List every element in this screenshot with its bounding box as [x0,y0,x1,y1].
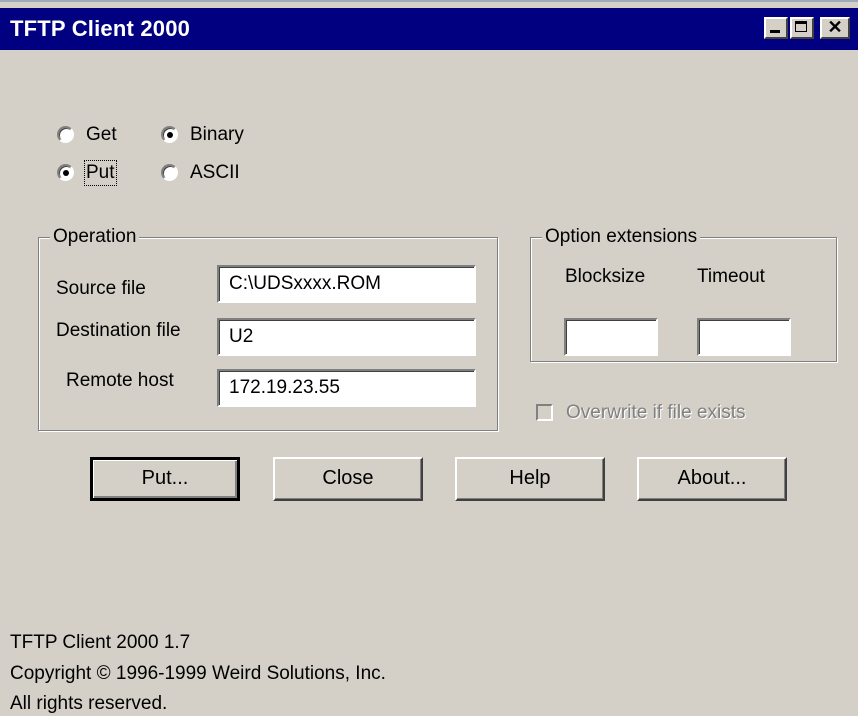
ascii-radio-label[interactable]: ASCII [190,162,240,184]
operation-legend: Operation [50,226,140,248]
title-bar[interactable]: TFTP Client 2000 ✕ [0,8,858,50]
option-extensions-legend: Option extensions [542,226,701,248]
source-file-input[interactable]: C:\UDSxxxx.ROM [217,265,476,303]
binary-radio-selected-dot [167,132,173,138]
version-text: TFTP Client 2000 1.7 [10,632,191,653]
binary-radio-label[interactable]: Binary [190,124,244,146]
binary-radio[interactable] [161,126,178,143]
destination-file-label: Destination file [56,320,181,341]
maximize-button[interactable] [790,17,814,39]
minimize-button[interactable] [764,17,788,39]
close-button[interactable]: Close [273,457,423,501]
rights-text: All rights reserved. [10,693,168,714]
overwrite-label: Overwrite if file exists [566,402,746,423]
timeout-input[interactable] [697,318,791,356]
ascii-radio[interactable] [161,164,178,181]
remote-host-label: Remote host [66,370,174,391]
close-window-button[interactable]: ✕ [820,17,850,39]
timeout-label: Timeout [697,266,765,287]
put-button[interactable]: Put... [90,457,240,501]
source-file-label: Source file [56,278,146,299]
get-radio[interactable] [57,126,74,143]
blocksize-label: Blocksize [565,266,646,287]
destination-file-input[interactable]: U2 [217,318,476,356]
blocksize-input[interactable] [564,318,658,356]
overwrite-checkbox[interactable] [536,404,553,421]
window-title: TFTP Client 2000 [10,16,191,41]
close-icon: ✕ [827,17,843,37]
put-radio-selected-dot [63,170,69,176]
about-button[interactable]: About... [637,457,787,501]
maximize-icon [795,21,807,32]
put-radio-label[interactable]: Put [84,160,117,186]
minimize-icon [770,30,780,33]
copyright-text: Copyright © 1996-1999 Weird Solutions, I… [10,663,386,684]
window-top-edge [0,0,858,8]
remote-host-input[interactable]: 172.19.23.55 [217,369,476,407]
get-radio-label[interactable]: Get [86,124,117,146]
help-button[interactable]: Help [455,457,605,501]
put-radio[interactable] [57,164,74,181]
